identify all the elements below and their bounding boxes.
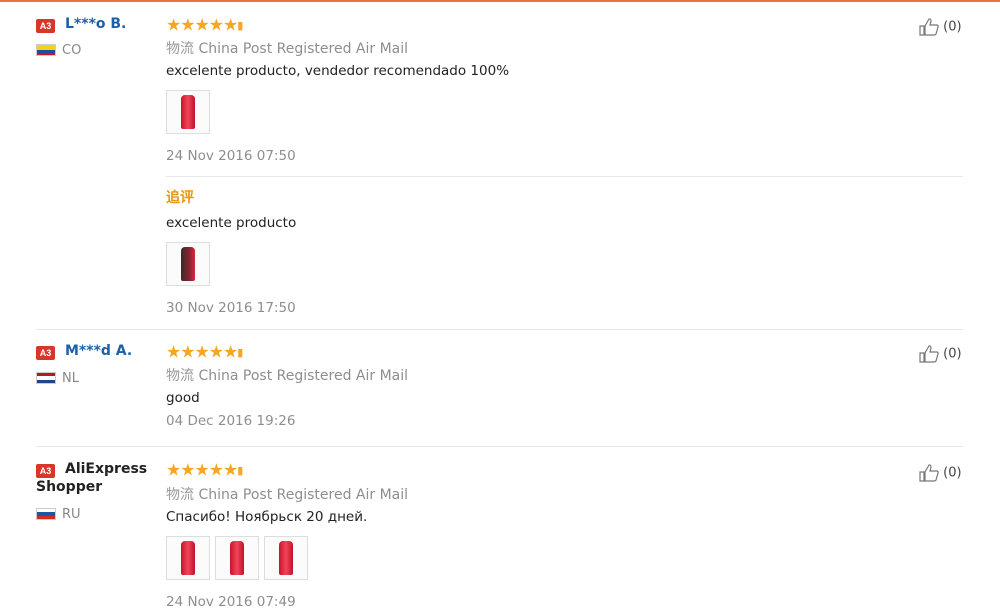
star-icon: ★ — [166, 460, 181, 481]
flag-ru-icon — [36, 508, 56, 520]
star-icon: ★ — [166, 342, 181, 363]
star-icon: ★ — [223, 342, 238, 363]
thumbs-up-icon — [919, 464, 939, 482]
thumbs-up-icon — [919, 18, 939, 36]
star-icon: ★ — [223, 15, 238, 36]
flag-nl-icon — [36, 372, 56, 384]
shipping-method: 物流 China Post Registered Air Mail — [166, 484, 408, 504]
helpful-button[interactable]: (0) — [919, 18, 962, 36]
helpful-count: (0) — [943, 19, 962, 35]
reviewer-country: CO — [62, 43, 82, 58]
additional-review-date: 30 Nov 2016 17:50 — [166, 300, 296, 316]
buyer-level-badge: A3 — [36, 19, 55, 33]
star-icon: ★ — [166, 15, 181, 36]
review-photo[interactable] — [166, 90, 210, 134]
reviewer-name[interactable]: AliExpress Shopper — [36, 460, 156, 496]
reviewer-name[interactable]: M***d A. — [65, 343, 132, 359]
star-icon: ★ — [180, 342, 195, 363]
review-photo[interactable] — [215, 536, 259, 580]
shipping-name: China Post Registered Air Mail — [198, 368, 409, 384]
star-rating: ★★★★★▮ — [166, 460, 243, 481]
star-icon: ★ — [194, 342, 210, 363]
additional-review-label: 追评 — [166, 190, 194, 206]
star-rating: ★★★★★▮ — [166, 15, 243, 36]
helpful-button[interactable]: (0) — [919, 464, 962, 482]
shipping-name: China Post Registered Air Mail — [198, 487, 409, 503]
helpful-button[interactable]: (0) — [919, 345, 962, 363]
top-border — [0, 0, 1000, 2]
star-icon: ★ — [194, 15, 210, 36]
review-text: good — [166, 390, 200, 406]
review-divider — [36, 329, 963, 330]
shipping-label: 物流 — [166, 368, 194, 384]
additional-review-text: excelente producto — [166, 215, 297, 231]
shipping-method: 物流 China Post Registered Air Mail — [166, 38, 408, 58]
star-icon: ★ — [194, 460, 210, 481]
reviewer-country: NL — [62, 371, 79, 386]
shipping-label: 物流 — [166, 41, 194, 57]
review-photo[interactable] — [166, 536, 210, 580]
reviewer-name[interactable]: L***o B. — [65, 16, 126, 32]
shipping-method: 物流 China Post Registered Air Mail — [166, 365, 408, 385]
flag-co-icon — [36, 44, 56, 56]
shipping-label: 物流 — [166, 487, 194, 503]
review-photo[interactable] — [264, 536, 308, 580]
star-icon: ★ — [208, 460, 224, 481]
helpful-count: (0) — [943, 465, 962, 481]
reviewer-country: RU — [62, 507, 81, 522]
review-text: excelente producto, vendedor recomendado… — [166, 63, 510, 79]
helpful-count: (0) — [943, 346, 962, 362]
star-icon: ★ — [180, 15, 195, 36]
review-date: 24 Nov 2016 07:50 — [166, 148, 296, 164]
review-date: 04 Dec 2016 19:26 — [166, 413, 296, 429]
review-photo[interactable] — [166, 242, 210, 286]
star-icon: ★ — [180, 460, 195, 481]
thumbs-up-icon — [919, 345, 939, 363]
review-divider — [36, 446, 963, 447]
buyer-level-badge: A3 — [36, 346, 55, 360]
review-text: Спасибо! Ноябрьск 20 дней. — [166, 509, 368, 525]
star-icon: ★ — [223, 460, 238, 481]
star-rating: ★★★★★▮ — [166, 342, 243, 363]
star-icon: ★ — [208, 15, 224, 36]
star-icon: ★ — [208, 342, 224, 363]
divider — [166, 176, 963, 177]
review-date: 24 Nov 2016 07:49 — [166, 594, 296, 610]
shipping-name: China Post Registered Air Mail — [198, 41, 409, 57]
